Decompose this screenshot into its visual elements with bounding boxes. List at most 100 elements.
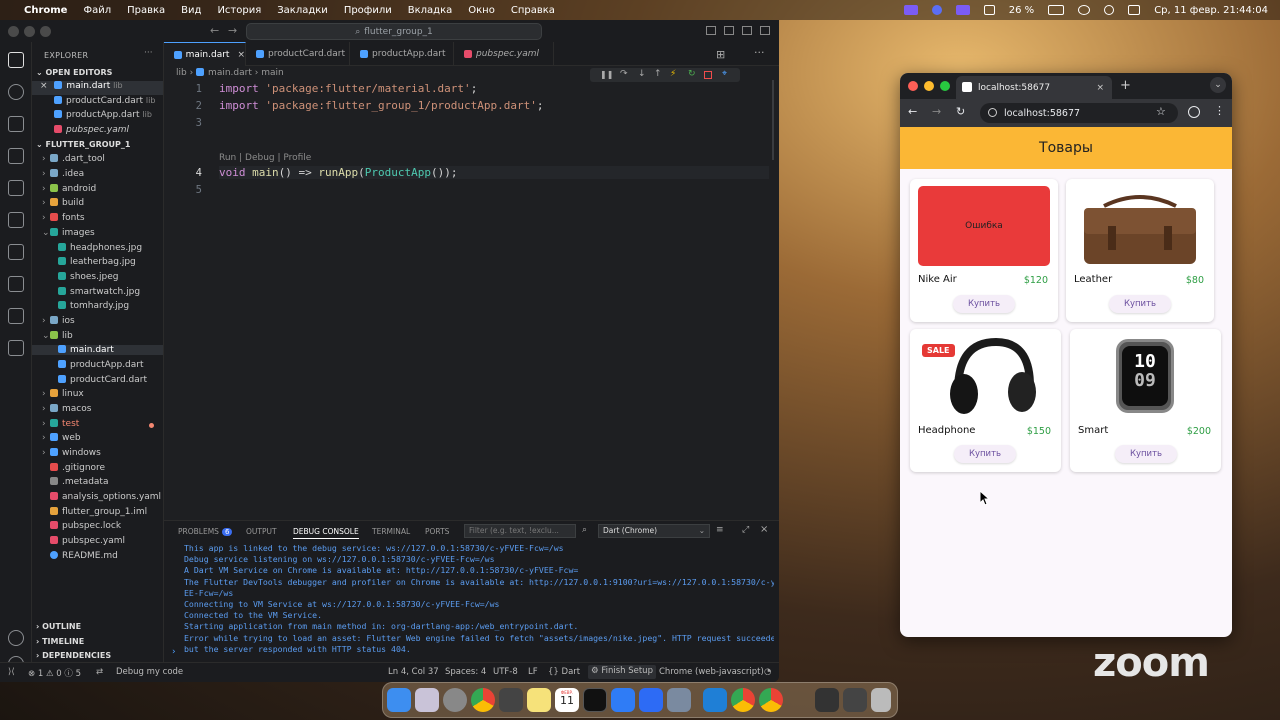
calendar-icon[interactable]: ФЕВР. 11 xyxy=(555,688,579,712)
zoom-window-button[interactable] xyxy=(40,26,51,37)
open-editor-item[interactable]: pubspec.yaml xyxy=(54,125,129,135)
menu-clock[interactable]: Ср, 11 февр. 21:44:04 xyxy=(1154,5,1268,16)
menu-item-edit[interactable]: Правка xyxy=(127,5,165,16)
tree-folder[interactable]: › ios xyxy=(42,316,75,326)
menu-app-name[interactable]: Chrome xyxy=(24,5,67,16)
screen-share-icon[interactable] xyxy=(903,5,918,15)
code-editor[interactable]: 1 2 3 4 5 import 'package:flutter/materi… xyxy=(164,80,779,520)
tree-folder[interactable]: › web xyxy=(42,433,81,443)
tree-file[interactable]: README.md xyxy=(50,551,118,561)
close-icon[interactable]: × xyxy=(1096,83,1104,93)
tree-folder[interactable]: › test xyxy=(42,419,154,429)
tree-folder[interactable]: ⌄ lib xyxy=(42,331,73,341)
reload-icon[interactable]: ↻ xyxy=(956,105,965,118)
pause-icon[interactable]: ❚❚ xyxy=(600,70,613,79)
zoom-app-icon[interactable] xyxy=(639,688,663,712)
menu-item-history[interactable]: История xyxy=(217,5,261,16)
wifi-icon[interactable] xyxy=(1078,5,1091,15)
remote-icon[interactable]: ⟩⟨ xyxy=(8,667,15,677)
tab-ports[interactable]: PORTS xyxy=(425,527,449,536)
command-center-search[interactable]: ⌕ flutter_group_1 xyxy=(246,23,542,40)
tree-file[interactable]: pubspec.lock xyxy=(50,521,121,531)
cursor-position[interactable]: Ln 4, Col 37 xyxy=(388,667,439,677)
tree-file-selected[interactable]: main.dart xyxy=(32,345,163,355)
tab-search-icon[interactable]: ⌄ xyxy=(1210,77,1226,93)
finish-setup-button[interactable]: ⚙ Finish Setup xyxy=(588,665,656,679)
tree-file[interactable]: .gitignore xyxy=(50,463,105,473)
notifications-bell-icon[interactable]: ◔ xyxy=(764,667,771,677)
notes-icon[interactable] xyxy=(527,688,551,712)
control-center-icon[interactable] xyxy=(1128,5,1141,15)
tab-productcard-dart[interactable]: productCard.dart xyxy=(246,42,350,66)
restart-icon[interactable]: ↻ xyxy=(688,69,696,79)
chrome-icon[interactable] xyxy=(731,688,755,712)
breadcrumb-file[interactable]: main.dart xyxy=(208,68,252,78)
pen-icon[interactable] xyxy=(8,276,24,292)
customize-layout-icon[interactable] xyxy=(760,26,770,35)
step-into-icon[interactable]: ↓ xyxy=(638,69,646,79)
debug-config-status[interactable]: Debug my code xyxy=(116,667,183,677)
tree-folder[interactable]: › macos xyxy=(42,404,91,414)
console-filter-input[interactable]: Filter (e.g. text, !exclu... xyxy=(464,524,576,538)
outline-section[interactable]: › OUTLINE xyxy=(36,622,81,631)
eol-status[interactable]: LF xyxy=(528,667,538,677)
zoom-status-icon[interactable] xyxy=(931,5,942,15)
finder-icon[interactable] xyxy=(387,688,411,712)
minimap-scrollbar[interactable] xyxy=(772,80,774,160)
intellij-icon[interactable] xyxy=(583,688,607,712)
window-thumbnail-icon[interactable] xyxy=(815,688,839,712)
tree-file[interactable]: smartwatch.jpg xyxy=(58,287,140,297)
tree-folder[interactable]: › fonts xyxy=(42,213,85,223)
browser-tab[interactable]: localhost:58677 × xyxy=(956,76,1112,99)
source-control-icon[interactable] xyxy=(8,116,24,132)
codelens-run-debug-profile[interactable]: Run | Debug | Profile xyxy=(219,153,311,163)
tree-file[interactable]: flutter_group_1.iml xyxy=(50,507,147,517)
more-actions-icon[interactable]: ··· xyxy=(754,46,765,59)
keyboard-layout-icon[interactable] xyxy=(983,5,995,15)
new-tab-button[interactable]: + xyxy=(1120,78,1131,93)
layout-icon[interactable] xyxy=(706,26,716,35)
open-editor-item[interactable]: productCard.dart lib xyxy=(54,96,155,106)
tree-folder[interactable]: › .dart_tool xyxy=(42,154,105,164)
menu-item-view[interactable]: Вид xyxy=(181,5,201,16)
tree-file[interactable]: productCard.dart xyxy=(58,375,147,385)
buy-button[interactable]: Купить xyxy=(1115,445,1177,463)
tab-terminal[interactable]: TERMINAL xyxy=(372,527,410,536)
product-card[interactable]: Leather $80 Купить xyxy=(1066,179,1214,322)
explorer-icon[interactable] xyxy=(8,52,24,68)
close-icon[interactable]: × xyxy=(237,50,245,60)
dependencies-section[interactable]: › DEPENDENCIES xyxy=(36,651,111,660)
zoom-window-button[interactable] xyxy=(940,81,950,91)
breadcrumb-symbol[interactable]: main xyxy=(261,68,284,78)
open-editor-item[interactable]: productApp.dart lib xyxy=(54,110,152,120)
window-icon[interactable] xyxy=(955,5,970,15)
bookmark-star-icon[interactable]: ☆ xyxy=(1156,105,1166,118)
maximize-panel-icon[interactable]: ⤢ xyxy=(742,525,749,535)
product-card[interactable]: 10 09 Smart $200 Купить xyxy=(1070,329,1221,472)
tree-file[interactable]: .metadata xyxy=(50,477,108,487)
tab-debug-console[interactable]: DEBUG CONSOLE xyxy=(293,527,359,539)
project-section[interactable]: ⌄ FLUTTER_GROUP_1 xyxy=(36,140,130,149)
split-editor-icon[interactable]: ⊞ xyxy=(716,48,725,61)
menu-item-profiles[interactable]: Профили xyxy=(344,5,392,16)
tree-file[interactable]: shoes.jpeg xyxy=(58,272,118,282)
battery-icon[interactable] xyxy=(1048,5,1065,15)
launchpad-icon[interactable] xyxy=(415,688,439,712)
close-window-button[interactable] xyxy=(908,81,918,91)
tree-file[interactable]: leatherbag.jpg xyxy=(58,257,136,267)
buy-button[interactable]: Купить xyxy=(954,445,1016,463)
console-prompt-icon[interactable]: › xyxy=(172,647,176,657)
search-icon[interactable]: ⌕ xyxy=(582,525,587,535)
menu-item-bookmarks[interactable]: Закладки xyxy=(277,5,328,16)
vscode-icon[interactable] xyxy=(703,688,727,712)
problems-status[interactable]: ⊗ 1 ⚠ 0 ⓘ 5 xyxy=(28,667,81,679)
terminal-icon[interactable] xyxy=(8,340,24,356)
system-settings-icon[interactable] xyxy=(443,688,467,712)
run-debug-icon[interactable] xyxy=(8,148,24,164)
indentation-status[interactable]: Spaces: 4 xyxy=(445,667,486,677)
search-icon[interactable] xyxy=(8,84,24,100)
tab-problems[interactable]: PROBLEMS 6 xyxy=(178,527,233,536)
open-editor-item[interactable]: × main.dart lib xyxy=(32,81,163,95)
trash-icon[interactable] xyxy=(871,688,891,712)
stop-icon[interactable] xyxy=(704,71,712,79)
